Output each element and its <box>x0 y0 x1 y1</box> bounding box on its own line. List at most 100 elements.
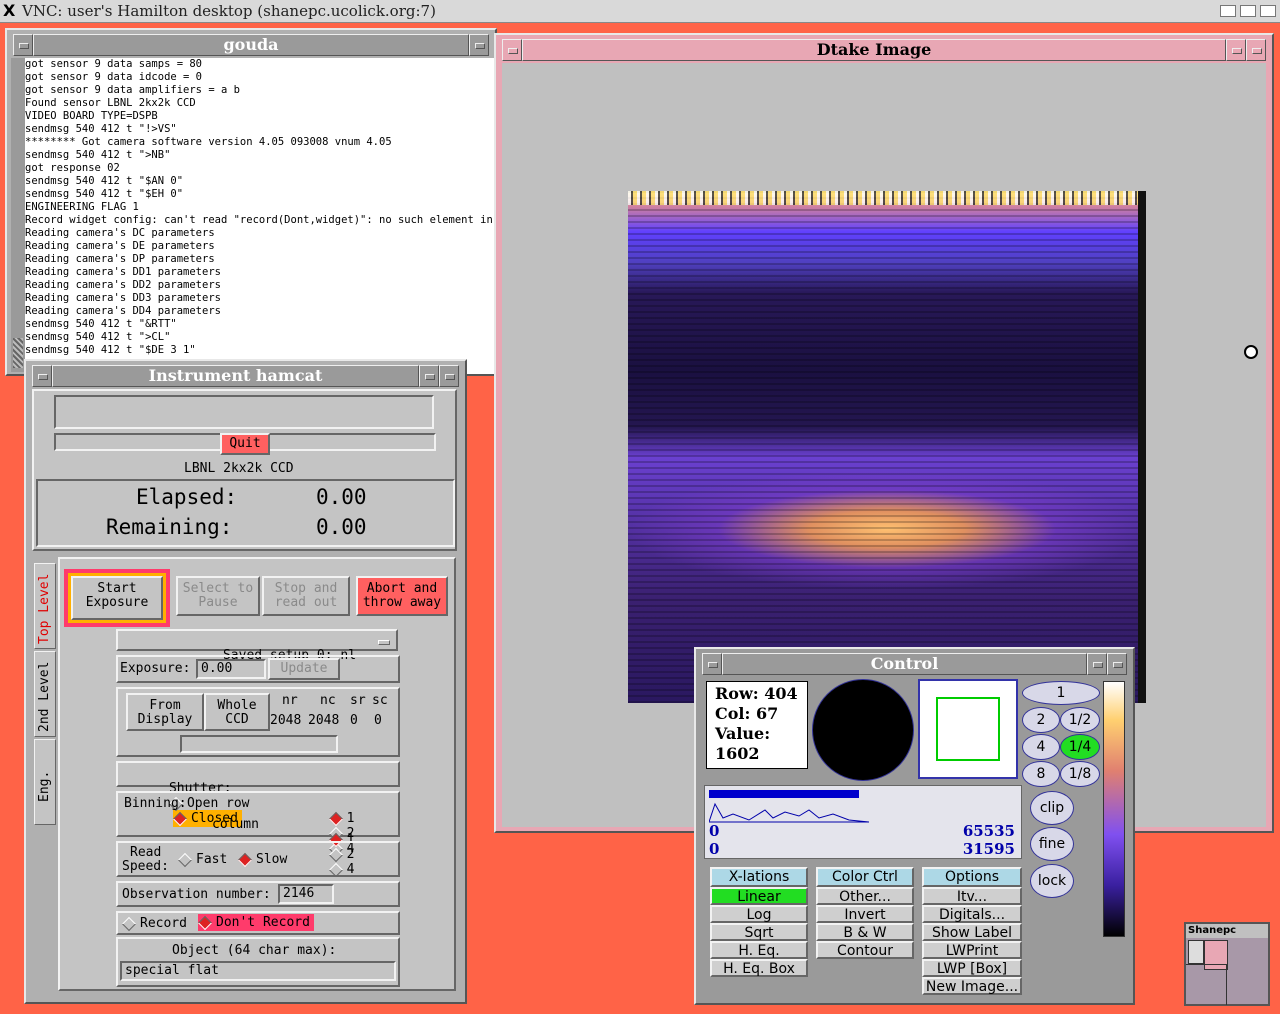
scrollbar[interactable] <box>11 58 25 372</box>
minimize-button[interactable] <box>1226 39 1246 61</box>
vnc-titlebar: X VNC: user's Hamilton desktop (shanepc.… <box>0 0 1280 23</box>
option-show-label[interactable]: Show Label <box>922 923 1022 941</box>
option-itv[interactable]: Itv... <box>922 887 1022 905</box>
color-ctrl-header[interactable]: Color Ctrl <box>816 867 914 887</box>
terminal-output[interactable]: got sensor 9 data samps = 80 got sensor 9… <box>25 58 495 374</box>
maximize-button[interactable] <box>439 365 459 387</box>
xlation-heq[interactable]: H. Eq. <box>710 941 808 959</box>
zoom-4-button[interactable]: 4 <box>1022 734 1060 760</box>
roi-scale[interactable] <box>180 735 338 753</box>
start-exposure-button[interactable]: Start Exposure <box>71 576 163 620</box>
pager-viewport[interactable] <box>1186 964 1227 1005</box>
instrument-titlebar[interactable]: Instrument hamcat <box>52 365 419 387</box>
zoom-1-2-button[interactable]: 1/2 <box>1060 707 1100 733</box>
terminal-line: sendmsg 540 412 t ">CL" <box>25 331 171 343</box>
window-menu-button[interactable] <box>502 39 522 61</box>
dtake-titlebar[interactable]: Dtake Image <box>522 39 1226 61</box>
roi-value-sr[interactable]: 0 <box>350 713 358 728</box>
stop-and-read-out-button[interactable]: Stop and read out <box>262 576 350 616</box>
shutter-row: Shutter: Open Closed <box>116 761 400 827</box>
record-radio[interactable]: Record <box>121 916 187 931</box>
zoom-8-button[interactable]: 8 <box>1022 761 1060 787</box>
clip-button[interactable]: clip <box>1030 791 1074 825</box>
option-lwp-box[interactable]: LWP [Box] <box>922 959 1022 977</box>
quit-button[interactable]: Quit <box>220 433 270 455</box>
magnifier-view[interactable] <box>812 679 914 781</box>
option-new-image[interactable]: New Image... <box>922 977 1022 995</box>
window-menu-button[interactable] <box>13 34 33 56</box>
zoom-2-button[interactable]: 2 <box>1022 707 1060 733</box>
from-display-button[interactable]: From Display <box>126 693 204 731</box>
roi-value-sc[interactable]: 0 <box>374 713 382 728</box>
status-panel: Quit LBNL 2kx2k CCD Elapsed: 0.00 Remain… <box>32 389 457 551</box>
terminal-line: got sensor 9 data samps = 80 <box>25 58 203 70</box>
terminal-line: sendmsg 540 412 t "!>VS" <box>25 123 177 135</box>
fine-button[interactable]: fine <box>1030 827 1074 861</box>
whole-ccd-button[interactable]: Whole CCD <box>204 693 270 731</box>
color-contour[interactable]: Contour <box>816 941 914 959</box>
abort-and-throw-away-button[interactable]: Abort and throw away <box>356 576 448 616</box>
update-button[interactable]: Update <box>268 658 340 680</box>
lock-button[interactable]: lock <box>1030 864 1074 898</box>
maximize-button[interactable] <box>1107 653 1127 675</box>
tab-eng[interactable]: Eng. <box>34 739 56 825</box>
xlations-header[interactable]: X-lations <box>710 867 808 887</box>
select-to-pause-button[interactable]: Select to Pause <box>176 576 260 616</box>
desktop-pager[interactable]: Shanepc Pager <box>1184 922 1270 1006</box>
value-readout: 1602 <box>715 744 760 763</box>
xlation-log[interactable]: Log <box>710 905 808 923</box>
terminal-line: Reading camera's DD3 parameters <box>25 292 221 304</box>
terminal-line: Reading camera's DP parameters <box>25 253 215 265</box>
color-other[interactable]: Other... <box>816 887 914 905</box>
xlation-heq-box[interactable]: H. Eq. Box <box>710 959 808 977</box>
color-ctrl-menu: Color Ctrl Other... Invert B & W Contour <box>816 867 914 959</box>
zoom-1-8-button[interactable]: 1/8 <box>1060 761 1100 787</box>
slow-radio[interactable]: Slow <box>237 852 287 867</box>
remaining-label: Remaining: <box>106 515 233 539</box>
ccd-flat-image[interactable] <box>628 191 1146 703</box>
minimize-button[interactable] <box>419 365 439 387</box>
option-digitals[interactable]: Digitals... <box>922 905 1022 923</box>
options-header[interactable]: Options <box>922 867 1022 887</box>
observation-input[interactable]: 2146 <box>278 884 334 904</box>
terminal-line: ENGINEERING FLAG 1 <box>25 201 139 213</box>
zoom-1-4-button[interactable]: 1/4 <box>1060 734 1100 760</box>
histogram-panel[interactable]: 0 65535 0 31595 <box>704 785 1022 859</box>
option-lwprint[interactable]: LWPrint <box>922 941 1022 959</box>
pan-box[interactable] <box>936 697 1000 761</box>
saved-setup-menu[interactable]: Saved setup 0: nl <box>116 629 398 663</box>
tab-top-level[interactable]: Top Level <box>34 563 56 649</box>
pager-title: Shanepc Pager <box>1186 924 1268 950</box>
xlation-linear[interactable]: Linear <box>710 887 808 905</box>
roi-value-nr[interactable]: 2048 <box>270 713 301 728</box>
control-titlebar[interactable]: Control <box>722 653 1087 675</box>
terminal-line: ******** Got camera software version 4.0… <box>25 136 392 148</box>
panner-view[interactable] <box>918 679 1018 779</box>
minimize-button[interactable] <box>469 34 489 56</box>
histogram-plot <box>709 802 869 823</box>
value-label: Value: <box>715 724 771 743</box>
window-menu-button[interactable] <box>702 653 722 675</box>
exposure-input[interactable]: 0.00 <box>196 659 266 679</box>
vnc-window-controls[interactable] <box>1218 3 1278 19</box>
colorbar[interactable] <box>1103 681 1125 937</box>
object-input[interactable]: special flat <box>120 961 396 981</box>
x-logo-icon: X <box>3 1 16 20</box>
gouda-titlebar[interactable]: gouda <box>33 34 469 56</box>
window-menu-button[interactable] <box>32 365 52 387</box>
roi-value-nc[interactable]: 2048 <box>308 713 339 728</box>
pager-mini-window[interactable] <box>1188 940 1204 964</box>
color-invert[interactable]: Invert <box>816 905 914 923</box>
xlation-sqrt[interactable]: Sqrt <box>710 923 808 941</box>
zoom-1-button[interactable]: 1 <box>1022 681 1100 705</box>
color-bw[interactable]: B & W <box>816 923 914 941</box>
dont-record-radio[interactable]: Don't Record <box>197 914 314 931</box>
histogram-range-bar[interactable] <box>709 790 859 798</box>
maximize-button[interactable] <box>1246 39 1266 61</box>
binning-row-label: row <box>226 796 250 811</box>
terminal-line: sendmsg 540 412 t ">NB" <box>25 149 171 161</box>
minimize-button[interactable] <box>1087 653 1107 675</box>
tab-2nd-level[interactable]: 2nd Level <box>34 651 56 737</box>
fast-radio[interactable]: Fast <box>177 852 227 867</box>
terminal-line: Reading camera's DE parameters <box>25 240 215 252</box>
